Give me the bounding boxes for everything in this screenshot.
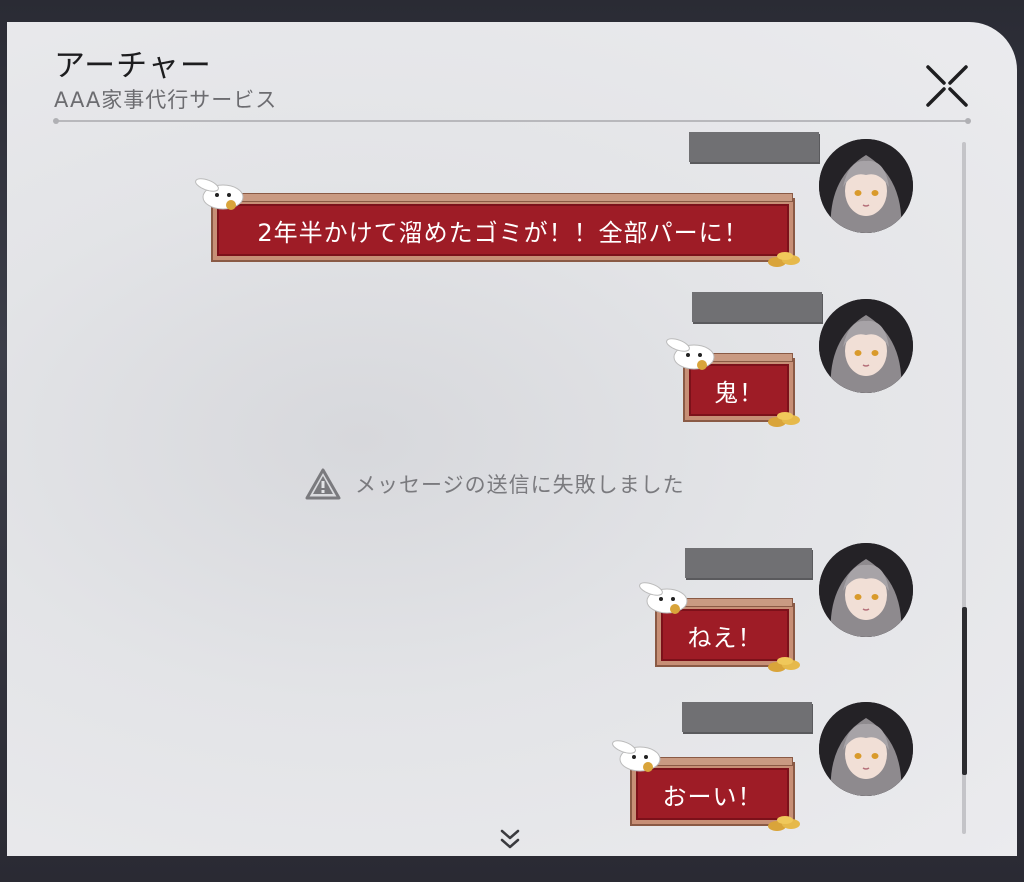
character-avatar-image xyxy=(819,702,913,796)
avatar[interactable] xyxy=(819,299,913,393)
close-button[interactable] xyxy=(922,61,972,111)
coins-icon xyxy=(768,816,800,831)
chat-title: アーチャー xyxy=(54,48,212,84)
coins-icon xyxy=(768,657,800,672)
bunny-sticker-icon xyxy=(612,740,661,772)
character-avatar-image xyxy=(819,543,913,637)
scrollbar-thumb[interactable] xyxy=(962,607,967,775)
scroll-down-button[interactable] xyxy=(499,827,521,853)
coins-icon xyxy=(768,252,800,267)
sender-name-redacted xyxy=(682,702,812,732)
bunny-sticker-icon xyxy=(666,338,715,370)
character-avatar-image xyxy=(819,139,913,233)
coins-icon xyxy=(768,412,800,427)
error-text: メッセージの送信に失敗しました xyxy=(355,473,685,497)
sender-name-redacted xyxy=(685,548,812,578)
warning-triangle-icon xyxy=(305,468,341,500)
avatar[interactable] xyxy=(819,139,913,233)
send-error-notice: メッセージの送信に失敗しました xyxy=(305,468,685,500)
chat-subtitle: AAA家事代行サービス xyxy=(54,88,278,112)
chat-window: アーチャー AAA家事代行サービス 2年半かけて溜めたゴミが！！全部パーに！ 鬼… xyxy=(7,22,1017,856)
bunny-sticker-icon xyxy=(195,178,244,210)
close-icon xyxy=(926,65,968,107)
message-text: 2年半かけて溜めたゴミが！！全部パーに！ xyxy=(257,218,749,247)
sender-name-redacted xyxy=(689,132,819,162)
message-bubble[interactable]: おーい！ xyxy=(632,757,800,831)
avatar[interactable] xyxy=(819,543,913,637)
double-chevron-down-icon xyxy=(500,829,520,849)
character-avatar-image xyxy=(819,299,913,393)
message-bubble[interactable]: 2年半かけて溜めたゴミが！！全部パーに！ xyxy=(213,193,800,267)
avatar[interactable] xyxy=(819,702,913,796)
bunny-sticker-icon xyxy=(639,582,688,614)
header-divider xyxy=(53,118,971,124)
sender-name-redacted xyxy=(692,292,822,322)
